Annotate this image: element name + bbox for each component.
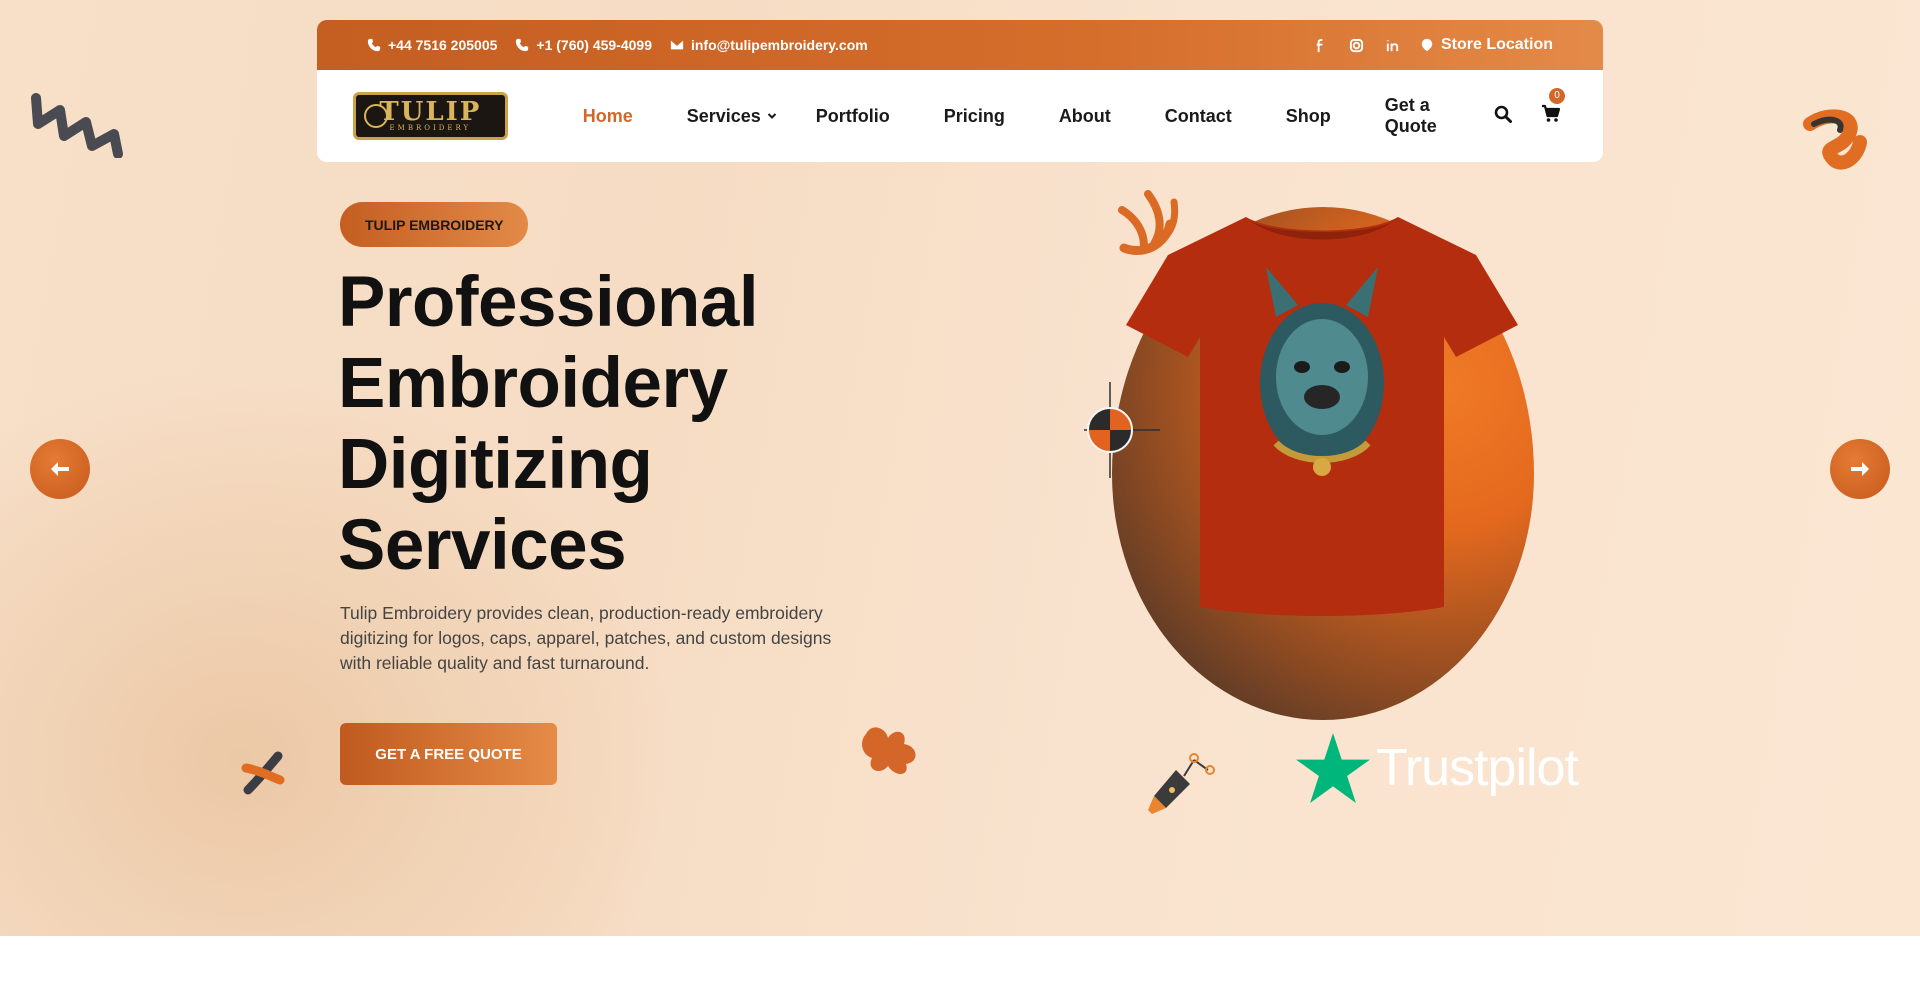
nav-get-a-quote[interactable]: Get a Quote <box>1358 95 1493 137</box>
chevron-down-icon <box>767 113 777 119</box>
facebook-icon[interactable] <box>1312 36 1330 54</box>
hero-tag: TULIP EMBROIDERY <box>340 202 529 247</box>
nav-actions: 0 <box>1493 87 1565 129</box>
target-badge-icon <box>1084 382 1160 478</box>
trustpilot-logo[interactable]: Trustpilot <box>1296 733 1579 803</box>
hero-description: Tulip Embroidery provides clean, product… <box>340 603 832 673</box>
nav-menu: Home Services Portfolio Pricing About Co… <box>556 95 1493 137</box>
cross-decoration <box>241 751 285 795</box>
phone-link-uk[interactable]: +44 7516 205005 <box>367 37 497 53</box>
instagram-icon[interactable] <box>1348 36 1366 54</box>
nav-contact[interactable]: Contact <box>1138 106 1259 127</box>
nav-pricing[interactable]: Pricing <box>917 106 1032 127</box>
nav-portfolio[interactable]: Portfolio <box>804 106 917 127</box>
cart-count-badge: 0 <box>1549 87 1565 104</box>
arrow-left-icon <box>51 462 69 476</box>
headline-line-4: Services <box>338 506 627 585</box>
email-link[interactable]: info@tulipembroidery.com <box>670 37 868 53</box>
carousel-next-button[interactable] <box>1830 439 1890 499</box>
arrow-right-icon <box>1851 462 1869 476</box>
zigzag-decoration <box>31 93 123 158</box>
headline-line-1: Professional <box>338 263 759 342</box>
headline-line-3: Digitizing <box>338 425 653 504</box>
phone-icon <box>516 38 529 52</box>
phone-link-us[interactable]: +1 (760) 459-4099 <box>515 37 652 53</box>
star-blob-decoration <box>862 727 916 775</box>
hero-section: Trustpilot TULIP EMBROIDERY Professional… <box>0 0 1920 936</box>
top-contact-bar: +44 7516 205005 +1 (760) 459-4099 info@t… <box>317 20 1603 70</box>
free-quote-button[interactable]: GET A FREE QUOTE <box>340 723 557 785</box>
trustpilot-wordmark: Trustpilot <box>1376 739 1579 797</box>
swirl-decoration <box>1803 109 1867 170</box>
search-icon[interactable] <box>1493 104 1513 129</box>
phone-icon <box>367 38 381 52</box>
carousel-prev-button[interactable] <box>30 439 90 499</box>
tshirt-image <box>1126 217 1518 616</box>
cart-icon[interactable]: 0 <box>1541 87 1565 129</box>
linkedin-icon[interactable] <box>1384 36 1402 54</box>
logo-emblem-icon <box>364 104 388 128</box>
main-navbar: TULIP EMBROIDERY Home Services Portfolio… <box>317 70 1603 162</box>
envelope-icon <box>670 40 684 50</box>
social-links: Store Location <box>1312 36 1553 54</box>
site-logo[interactable]: TULIP EMBROIDERY <box>353 92 508 140</box>
pen-tool-icon <box>1148 753 1215 814</box>
nav-about[interactable]: About <box>1032 106 1138 127</box>
trustpilot-star-icon <box>1296 733 1370 803</box>
hero-headline: Professional Embroidery Digitizing Servi… <box>338 262 898 586</box>
globe-pin-icon <box>1421 38 1433 52</box>
nav-home[interactable]: Home <box>556 106 660 127</box>
nav-services[interactable]: Services <box>660 106 804 127</box>
contact-info: +44 7516 205005 +1 (760) 459-4099 info@t… <box>367 37 868 53</box>
headline-line-2: Embroidery <box>338 344 728 423</box>
nav-shop[interactable]: Shop <box>1259 106 1358 127</box>
store-location-link[interactable]: Store Location <box>1420 36 1553 54</box>
